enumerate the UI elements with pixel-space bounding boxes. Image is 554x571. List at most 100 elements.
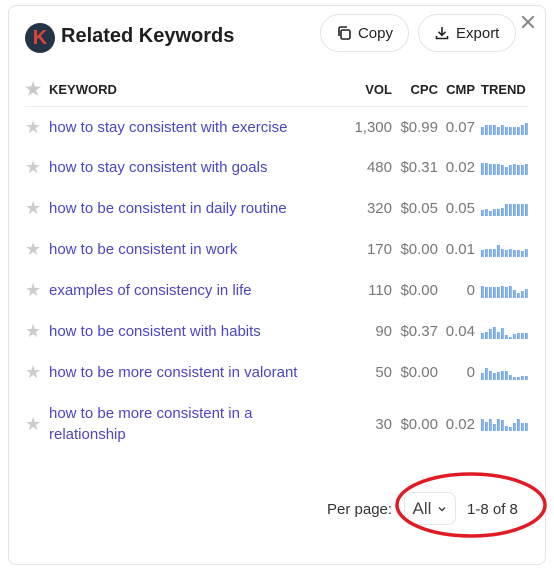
trend-bar <box>497 208 500 216</box>
keyword-link[interactable]: examples of consistency in life <box>49 270 340 311</box>
trend-bar <box>485 331 488 339</box>
export-label: Export <box>456 24 500 42</box>
trend-bar <box>521 124 524 135</box>
trend-bar <box>517 164 520 175</box>
trend-bar <box>481 209 484 216</box>
star-icon[interactable]: ★ <box>25 281 41 299</box>
trend-bar <box>509 248 512 257</box>
trend-bar <box>513 376 516 380</box>
table-row: ★ how to be consistent in work 170 $0.00 0.0… <box>25 229 528 270</box>
trend-bar <box>485 162 488 175</box>
related-keywords-panel: K Related Keywords Copy Export ★ KEYWORD… <box>8 5 546 565</box>
star-icon[interactable]: ★ <box>25 158 41 176</box>
trend-bar <box>489 163 492 175</box>
volume-cell: 480 <box>366 159 392 176</box>
keyword-link[interactable]: how to stay consistent with exercise <box>49 106 340 147</box>
trend-bar <box>485 208 488 216</box>
star-icon[interactable]: ★ <box>25 118 41 136</box>
keyword-link[interactable]: how to stay consistent with goals <box>49 147 340 188</box>
star-icon[interactable]: ★ <box>25 240 41 258</box>
trend-sparkline <box>481 325 528 339</box>
star-icon[interactable]: ★ <box>25 199 41 217</box>
cpc-cell: $0.00 <box>400 241 438 258</box>
panel-header: K Related Keywords Copy Export <box>9 6 545 66</box>
trend-bar <box>493 124 496 135</box>
trend-bar <box>513 289 516 298</box>
trend-cell <box>475 393 528 455</box>
trend-bar <box>509 126 512 135</box>
volume-cell: 30 <box>375 415 392 433</box>
cpc-cell: $0.00 <box>400 282 438 299</box>
column-header-keyword[interactable]: KEYWORD <box>49 78 340 107</box>
trend-bar <box>481 419 484 431</box>
competition-cell: 0.01 <box>445 241 475 258</box>
trend-bar <box>493 424 496 431</box>
trend-bar <box>505 249 508 257</box>
trend-bar <box>481 285 484 298</box>
table-header-row: ★ KEYWORD VOL CPC CMP TREND <box>25 78 528 107</box>
trend-cell <box>475 229 528 270</box>
table-row: ★ examples of consistency in life 110 $0.00… <box>25 270 528 311</box>
volume-cell: 110 <box>368 282 392 299</box>
trend-bar <box>517 126 520 135</box>
trend-bar <box>501 248 504 257</box>
volume-cell: 50 <box>375 364 392 381</box>
trend-bar <box>493 208 496 216</box>
trend-bar <box>493 286 496 298</box>
trend-cell <box>475 311 528 352</box>
table-row: ★ how to be consistent in daily routine 32… <box>25 188 528 229</box>
trend-bar <box>505 370 508 380</box>
chevron-down-icon <box>438 506 446 511</box>
trend-bar <box>509 427 512 431</box>
star-icon[interactable]: ★ <box>25 363 41 381</box>
competition-cell: 0 <box>466 282 475 299</box>
star-icon[interactable]: ★ <box>25 415 41 433</box>
trend-bar <box>517 332 520 339</box>
competition-cell: 0 <box>466 364 475 381</box>
trend-bar <box>525 248 528 257</box>
column-header-cmp[interactable]: CMP <box>438 78 475 107</box>
table-row: ★ how to be more consistent in valorant 50… <box>25 352 528 393</box>
trend-bar <box>493 372 496 380</box>
trend-bar <box>517 203 520 216</box>
star-cell: ★ <box>25 229 49 270</box>
cpc-cell: $0.99 <box>400 119 438 137</box>
trend-bar <box>493 326 496 339</box>
keyword-link[interactable]: how to be consistent with habits <box>49 311 340 352</box>
trend-bar <box>497 163 500 175</box>
trend-bar <box>525 163 528 175</box>
star-all-icon[interactable]: ★ <box>25 78 49 107</box>
column-header-cpc[interactable]: CPC <box>392 78 438 107</box>
close-icon[interactable] <box>520 14 536 30</box>
trend-bar <box>501 327 504 339</box>
trend-bar <box>521 290 524 298</box>
trend-bar <box>481 126 484 135</box>
trend-bar <box>489 370 492 380</box>
keyword-link[interactable]: how to be consistent in work <box>49 229 340 270</box>
table-row: ★ how to be more consistent in a relation… <box>25 393 528 455</box>
keyword-link[interactable]: how to be more consistent in a relations… <box>49 393 340 455</box>
per-page-select[interactable]: All <box>404 492 456 525</box>
trend-bar <box>485 286 488 298</box>
star-cell: ★ <box>25 188 49 229</box>
star-cell: ★ <box>25 147 49 188</box>
trend-bar <box>505 426 508 431</box>
trend-bar <box>517 419 520 431</box>
trend-bar <box>513 203 516 216</box>
copy-button[interactable]: Copy <box>320 14 409 52</box>
table-row: ★ how to be consistent with habits 90 $0.37… <box>25 311 528 352</box>
trend-bar <box>513 333 516 339</box>
trend-bar <box>501 285 504 298</box>
keyword-link[interactable]: how to be consistent in daily routine <box>49 188 340 229</box>
trend-bar <box>501 164 504 175</box>
competition-cell: 0.05 <box>445 200 475 217</box>
export-button[interactable]: Export <box>418 14 516 52</box>
keyword-link[interactable]: how to be more consistent in valorant <box>49 352 340 393</box>
competition-cell: 0.02 <box>445 415 475 433</box>
trend-bar <box>521 332 524 339</box>
pagination-footer: Per page: All 1-8 of 8 <box>9 492 545 528</box>
trend-bar <box>481 162 484 175</box>
star-icon[interactable]: ★ <box>25 322 41 340</box>
trend-sparkline <box>481 121 528 135</box>
column-header-vol[interactable]: VOL <box>340 78 392 107</box>
